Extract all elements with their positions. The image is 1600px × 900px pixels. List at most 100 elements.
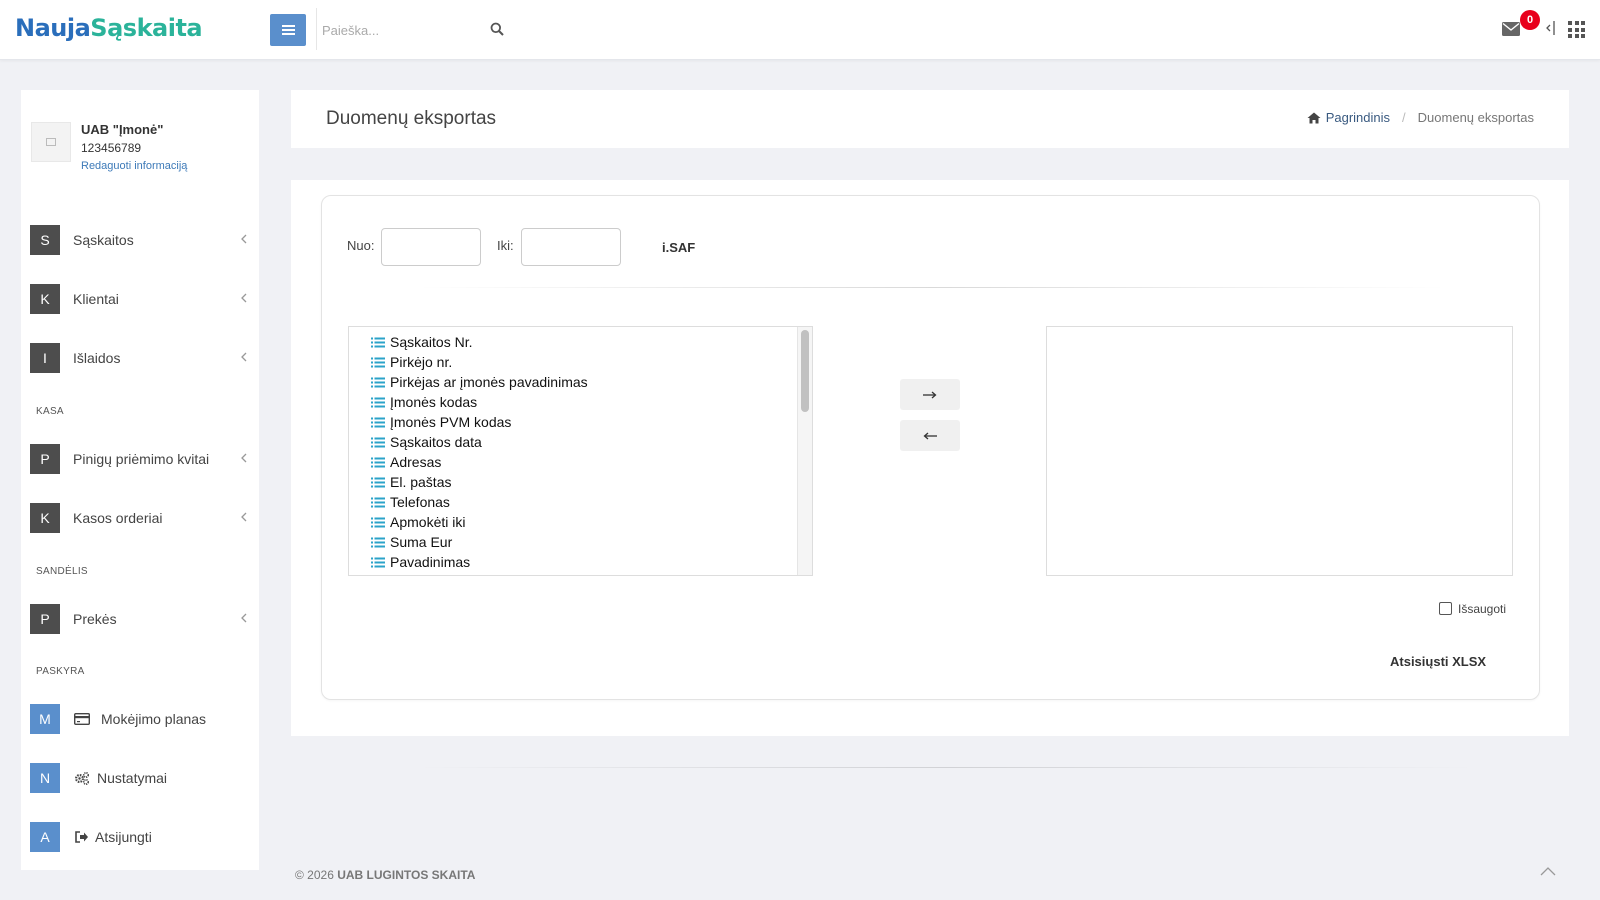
section-label-kasa: KASA [36,406,64,417]
sidebar-item-nustatymai[interactable]: N Nustatymai [30,763,250,793]
field-list-item[interactable]: Pirkėjas ar įmonės pavadinimas [371,372,812,392]
isaf-button[interactable]: i.SAF [662,240,695,255]
search-divider [316,8,317,50]
move-right-button[interactable] [900,379,960,410]
list-icon [371,537,385,547]
chevron-left-icon [241,613,247,623]
breadcrumb-home-label: Pagrindinis [1325,110,1391,125]
nav-letter: A [30,822,60,852]
field-list-item[interactable]: Pirkėjo nr. [371,352,812,372]
nav-letter: P [30,444,60,474]
apps-grid-icon[interactable] [1568,21,1585,38]
home-icon [1307,112,1321,123]
notification-badge: 0 [1520,10,1540,30]
field-list-item[interactable]: Sąskaitos data [371,432,812,452]
sign-out-icon [75,831,88,843]
breadcrumb-home[interactable]: Pagrindinis [1307,110,1390,125]
sidebar-item-prekes[interactable]: P Prekės [30,604,250,634]
selected-fields-list[interactable] [1046,326,1513,576]
chevron-left-icon [241,453,247,463]
arrow-right-icon [923,391,937,398]
chevron-left-icon [241,234,247,244]
field-list-item[interactable]: Sąskaitos Nr. [371,332,812,352]
field-label: Adresas [390,454,442,470]
sidebar-item-kasos-orderiai[interactable]: K Kasos orderiai [30,503,250,533]
footer-copyright: © 2026 [295,868,334,882]
list-icon [371,397,385,407]
breadcrumb-current: Duomenų eksportas [1417,110,1534,125]
to-date-input[interactable] [521,228,621,266]
hamburger-icon [281,25,295,35]
field-label: Suma Eur [390,534,453,550]
top-bar: NaujaSąskaita 0 [0,0,1600,60]
sidebar-item-klientai[interactable]: K Klientai [30,284,250,314]
nav-letter: I [30,343,60,373]
section-label-paskyra: PASKYRA [36,666,85,677]
cogs-icon [74,771,90,785]
list-icon [371,337,385,347]
footer-company: UAB LUGINTOS SKAITA [337,868,476,882]
field-label: Sąskaitos data [390,434,482,450]
chevron-up-icon[interactable] [1540,866,1556,876]
chevron-left-icon [241,512,247,522]
breadcrumb: Pagrindinis / Duomenų eksportas [1307,110,1534,125]
sidebar-item-atsijungti[interactable]: A Atsijungti [30,822,250,852]
field-label: Įmonės kodas [390,394,478,410]
list-icon [371,497,385,507]
search-input[interactable] [322,16,482,44]
nav-label: Prekės [73,611,117,627]
company-avatar [31,122,71,162]
from-date-input[interactable] [381,228,481,266]
field-list-item[interactable]: Apmokėti iki [371,512,812,532]
main-panel: Nuo: Iki: i.SAF Sąskaitos Nr. Pirkėjo nr.… [291,180,1569,736]
field-list-item[interactable]: Adresas [371,452,812,472]
edit-info-link[interactable]: Redaguoti informaciją [81,160,187,172]
search-icon[interactable] [490,22,504,36]
field-list-item[interactable]: El. paštas [371,472,812,492]
nav-label: Kasos orderiai [73,510,163,526]
field-list-item[interactable]: Pavadinimas [371,552,812,572]
envelope-icon[interactable] [1502,22,1520,36]
list-icon [371,437,385,447]
nav-label: Atsijungti [95,829,152,845]
arrow-left-icon [923,432,937,439]
sidebar-collapse-icon[interactable] [1545,20,1557,36]
list-icon [371,357,385,367]
nav-letter: N [30,763,60,793]
footer-divider [416,767,1476,768]
nav-label: Mokėjimo planas [101,711,207,727]
sidebar-item-pinigu-priemimo-kvitai[interactable]: P Pinigų priėmimo kvitai [30,444,250,474]
menu-toggle-button[interactable] [270,14,306,46]
nav-label: Nustatymai [97,770,168,786]
nav-label: Sąskaitos [73,232,134,248]
list-icon [371,557,385,567]
nav-label: Klientai [73,291,119,307]
field-label: Pirkėjas ar įmonės pavadinimas [390,374,588,390]
export-card: Nuo: Iki: i.SAF Sąskaitos Nr. Pirkėjo nr.… [321,195,1540,700]
field-list-item[interactable]: Įmonės PVM kodas [371,412,812,432]
nav-label: Pinigų priėmimo kvitai [73,451,210,467]
field-list-item[interactable]: Įmonės kodas [371,392,812,412]
divider [417,287,1447,288]
save-checkbox[interactable] [1439,602,1452,615]
field-list-item[interactable]: Suma Eur [371,532,812,552]
sidebar-item-mokejimo-planas[interactable]: M Mokėjimo planas [30,704,250,734]
list-scrollbar[interactable] [797,327,812,575]
to-label: Iki: [497,238,514,253]
from-label: Nuo: [347,238,375,253]
field-list-item[interactable]: Telefonas [371,492,812,512]
logo[interactable]: NaujaSąskaita [15,14,203,42]
scroll-thumb[interactable] [801,330,809,412]
sidebar-item-saskaitos[interactable]: S Sąskaitos [30,225,250,255]
company-name: UAB "Įmonė" [81,122,164,137]
field-label: Pavadinimas [390,554,471,570]
breadcrumb-separator: / [1402,110,1406,125]
download-xlsx-button[interactable]: Atsisiųsti XLSX [1390,654,1486,669]
logo-part1: Nauja [15,14,91,42]
field-label: Įmonės PVM kodas [390,414,512,430]
section-label-sandelis: SANDĖLIS [36,566,88,577]
sidebar-item-islaidos[interactable]: I Išlaidos [30,343,250,373]
field-label: Pirkėjo nr. [390,354,453,370]
available-fields-list[interactable]: Sąskaitos Nr. Pirkėjo nr. Pirkėjas ar įmon… [348,326,813,576]
move-left-button[interactable] [900,420,960,451]
